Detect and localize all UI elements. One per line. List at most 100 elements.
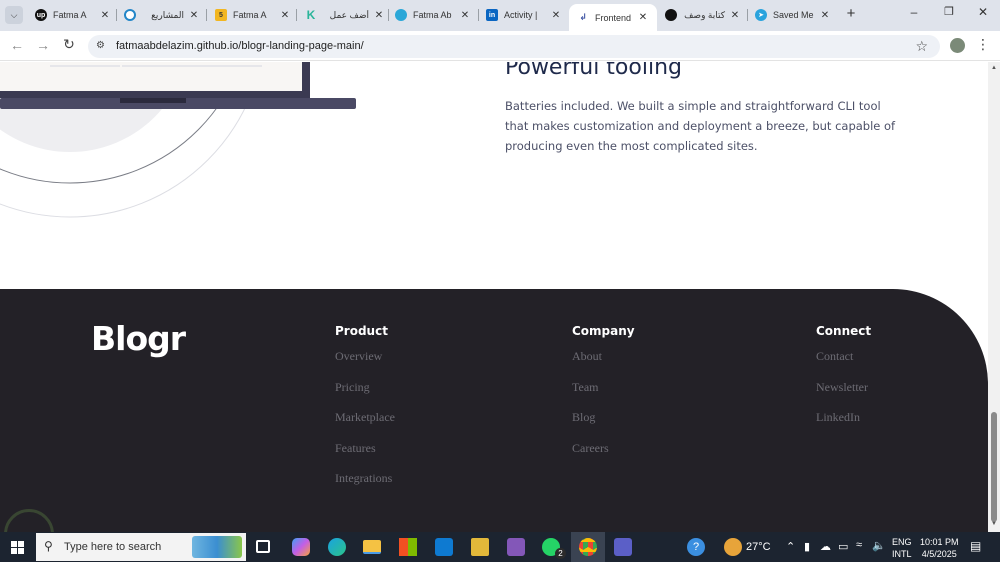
chevron-down-icon: ⌵ xyxy=(10,9,18,20)
mostaql-icon xyxy=(124,9,136,21)
tab-kafiil[interactable]: K أضف عمل ✕ xyxy=(305,5,385,25)
chrome-icon[interactable] xyxy=(579,538,597,556)
tab-mostaql[interactable]: المشاريع ✕ xyxy=(124,5,200,25)
kafiil-icon: K xyxy=(306,8,316,22)
new-tab-button[interactable]: + xyxy=(842,5,860,23)
teams-icon[interactable] xyxy=(614,538,632,556)
clock-time: 10:01 PM xyxy=(920,537,959,547)
browser-toolbar: ← → ↻ ⚙ fatmaabdelazim.github.io/blogr-l… xyxy=(0,31,1000,61)
file-explorer-icon[interactable] xyxy=(363,540,381,554)
chatgpt-icon xyxy=(665,9,677,21)
close-window-button[interactable]: ✕ xyxy=(972,5,994,23)
keyboard-layout: INTL xyxy=(892,549,912,559)
close-icon[interactable]: ✕ xyxy=(279,10,291,21)
footer-link-contact[interactable]: Contact xyxy=(816,349,871,380)
restore-button[interactable]: ❐ xyxy=(938,5,960,23)
close-icon[interactable]: ✕ xyxy=(637,12,649,23)
weather-icon[interactable] xyxy=(724,538,742,556)
circle-site-icon xyxy=(395,9,407,21)
sticky-app-icon[interactable] xyxy=(471,538,489,556)
wifi-icon[interactable]: ≈ xyxy=(856,539,862,551)
footer-link-newsletter[interactable]: Newsletter xyxy=(816,380,871,411)
footer-link-blog[interactable]: Blog xyxy=(572,410,635,441)
meet-now-icon[interactable]: ▮ xyxy=(804,540,810,553)
tab-frontend-active[interactable]: ↲ Frontend ✕ xyxy=(569,4,657,31)
tab-search-button[interactable]: ⌵ xyxy=(5,6,23,24)
windows-start-icon[interactable] xyxy=(11,541,24,554)
clock[interactable]: 10:01 PM 4/5/2025 xyxy=(920,536,959,560)
footer-column-company: Company About Team Blog Careers xyxy=(572,324,635,471)
close-icon[interactable]: ✕ xyxy=(99,10,111,21)
close-icon[interactable]: ✕ xyxy=(550,10,562,21)
footer-link-careers[interactable]: Careers xyxy=(572,441,635,472)
footer-column-product: Product Overview Pricing Marketplace Fea… xyxy=(335,324,395,502)
footer-link-features[interactable]: Features xyxy=(335,441,395,472)
notifications-icon[interactable]: ▤ xyxy=(970,539,981,553)
khamsat-icon: 5 xyxy=(215,9,227,21)
close-icon[interactable]: ✕ xyxy=(459,10,471,21)
taskbar-search-box[interactable]: ⚲ Type here to search xyxy=(36,533,246,561)
web-page: Powerful tooling Batteries included. We … xyxy=(0,62,988,532)
footer-link-integrations[interactable]: Integrations xyxy=(335,471,395,502)
minimize-button[interactable]: – xyxy=(903,5,925,23)
forward-button[interactable]: → xyxy=(34,37,52,55)
address-bar[interactable]: ⚙ fatmaabdelazim.github.io/blogr-landing… xyxy=(88,35,940,58)
scroll-down-arrow[interactable]: ▼ xyxy=(991,521,997,527)
star-icon[interactable]: ☆ xyxy=(915,38,928,55)
tab-upwork[interactable]: up Fatma A ✕ xyxy=(35,5,111,25)
close-icon[interactable]: ✕ xyxy=(819,10,831,21)
copilot-icon[interactable] xyxy=(292,538,310,556)
tab-khamsat[interactable]: 5 Fatma A ✕ xyxy=(215,5,291,25)
volume-icon[interactable]: 🔈 xyxy=(872,539,886,552)
page-scrollbar[interactable]: ▲ ▼ xyxy=(988,62,1000,532)
tab-chatgpt[interactable]: كتابة وصف ✕ xyxy=(665,5,741,25)
site-footer: Blogr Product Overview Pricing Marketpla… xyxy=(0,289,988,532)
feature-description: Batteries included. We built a simple an… xyxy=(505,99,896,153)
chevron-up-icon[interactable]: ⌃ xyxy=(786,540,795,553)
frontend-mentor-icon: ↲ xyxy=(579,12,587,22)
help-icon[interactable]: ? xyxy=(687,538,705,556)
profile-avatar[interactable] xyxy=(950,38,965,53)
footer-column-connect: Connect Contact Newsletter LinkedIn xyxy=(816,324,871,441)
vscode-icon[interactable] xyxy=(435,538,453,556)
footer-link-marketplace[interactable]: Marketplace xyxy=(335,410,395,441)
search-placeholder: Type here to search xyxy=(64,541,162,553)
close-icon[interactable]: ✕ xyxy=(188,10,200,21)
reload-button[interactable]: ↻ xyxy=(60,36,78,54)
tab-strip: ⌵ up Fatma A ✕ المشاريع ✕ 5 Fatma A ✕ K … xyxy=(0,0,1000,31)
footer-link-overview[interactable]: Overview xyxy=(335,349,395,380)
site-info-icon[interactable]: ⚙ xyxy=(96,40,105,51)
scroll-up-arrow[interactable]: ▲ xyxy=(991,65,997,71)
scrollbar-thumb[interactable] xyxy=(991,412,997,522)
watermark-icon xyxy=(4,509,54,532)
weather-temperature[interactable]: 27°C xyxy=(746,541,771,553)
footer-link-team[interactable]: Team xyxy=(572,380,635,411)
close-icon[interactable]: ✕ xyxy=(373,10,385,21)
footer-link-about[interactable]: About xyxy=(572,349,635,380)
tab-fatma-site[interactable]: Fatma Ab ✕ xyxy=(395,5,471,25)
whatsapp-badge: 2 xyxy=(555,548,566,559)
footer-heading: Company xyxy=(572,324,635,338)
language-code: ENG xyxy=(892,537,912,547)
menu-icon[interactable]: ⋮ xyxy=(976,36,990,54)
tab-telegram[interactable]: ➤ Saved Me ✕ xyxy=(755,5,831,25)
battery-icon[interactable]: ▭ xyxy=(838,540,848,553)
linkedin-icon: in xyxy=(486,9,498,21)
language-indicator[interactable]: ENG INTL xyxy=(892,536,912,560)
footer-link-linkedin[interactable]: LinkedIn xyxy=(816,410,871,441)
windows-taskbar: ⚲ Type here to search 2 ? 27°C ⌃ ▮ ☁ ▭ ≈… xyxy=(0,532,1000,562)
edge-icon[interactable] xyxy=(328,538,346,556)
visual-studio-icon[interactable] xyxy=(507,538,525,556)
task-view-icon[interactable] xyxy=(256,540,270,553)
upwork-icon: up xyxy=(35,9,47,21)
microsoft-store-icon[interactable] xyxy=(399,538,417,556)
close-icon[interactable]: ✕ xyxy=(729,10,741,21)
onedrive-icon[interactable]: ☁ xyxy=(820,540,831,553)
footer-logo[interactable]: Blogr xyxy=(91,319,186,358)
back-button[interactable]: ← xyxy=(8,37,26,55)
tab-linkedin[interactable]: in Activity | ✕ xyxy=(486,5,562,25)
laptop-illustration xyxy=(0,62,356,218)
footer-heading: Connect xyxy=(816,324,872,338)
telegram-icon: ➤ xyxy=(755,9,767,21)
footer-link-pricing[interactable]: Pricing xyxy=(335,380,395,411)
